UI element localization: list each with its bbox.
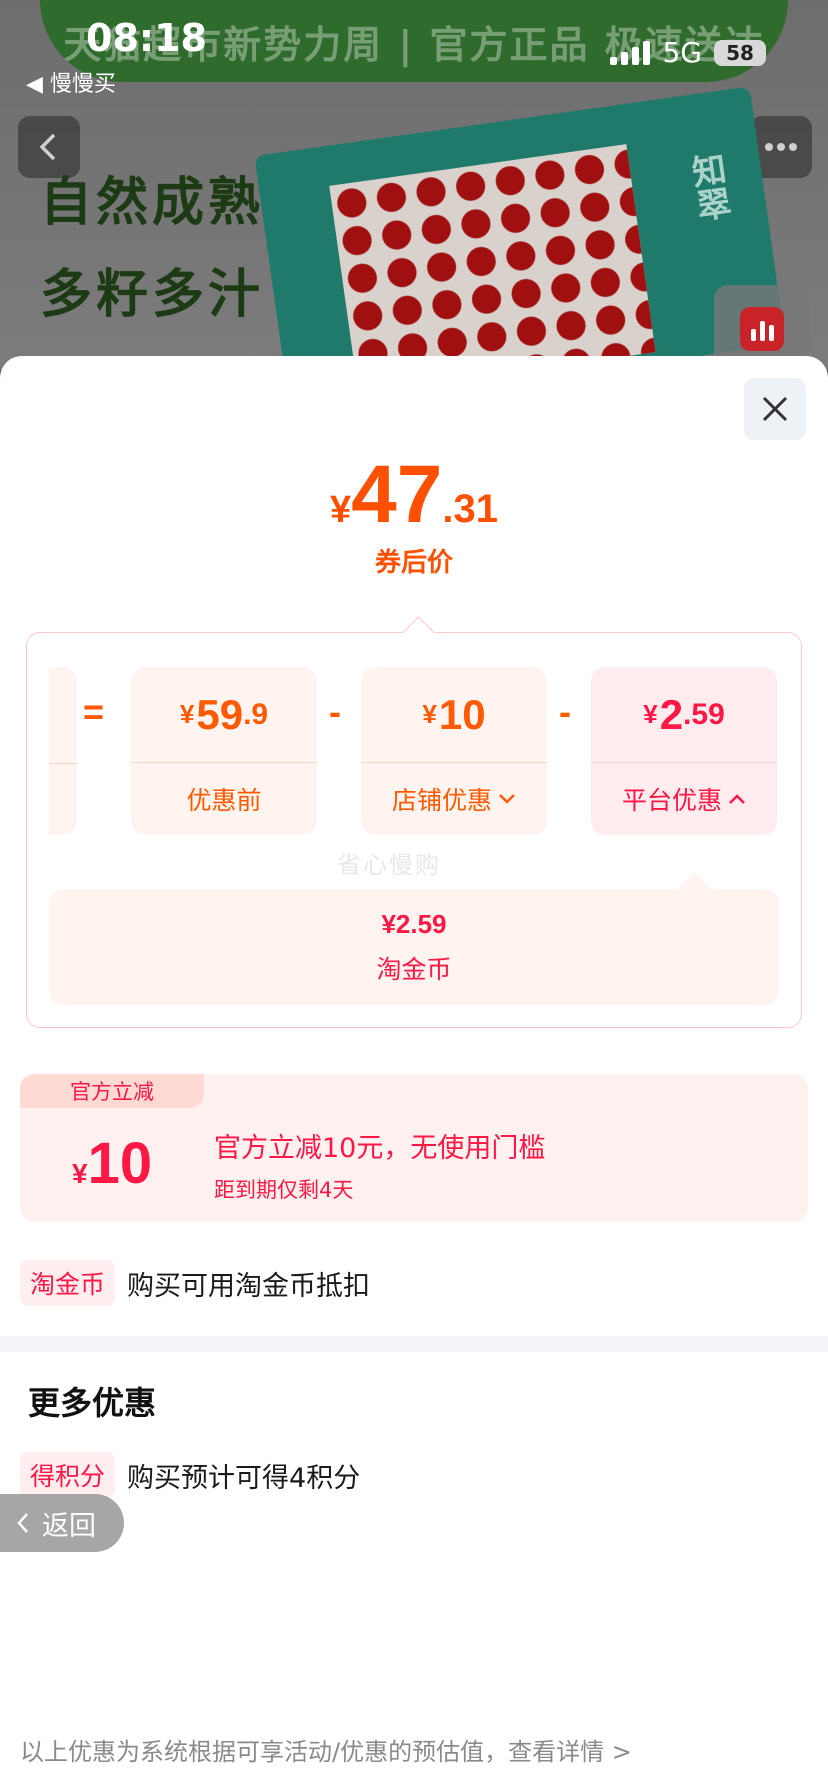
chevron-up-icon bbox=[729, 794, 745, 804]
card-original-price: ¥59.9 优惠前 bbox=[131, 667, 317, 835]
tomato-tray bbox=[329, 144, 656, 370]
coin-label: 淘金币 bbox=[376, 955, 452, 984]
platform-decimal: .59 bbox=[683, 697, 725, 731]
coupon-title: 官方立减10元，无使用门槛 bbox=[214, 1133, 546, 1164]
store-discount-value: ¥10 bbox=[361, 667, 547, 763]
platform-discount-value: ¥2.59 bbox=[591, 667, 777, 763]
network-type: 5G bbox=[662, 36, 702, 69]
price-decimal: .31 bbox=[442, 487, 498, 531]
price-integer: 47 bbox=[351, 449, 443, 540]
original-integer: 59 bbox=[196, 690, 244, 738]
coupon-value: 10 bbox=[87, 1131, 153, 1196]
price-breakdown: = ¥59.9 优惠前 - ¥10 店铺优惠 - ¥2.59 平台优惠 省心慢购… bbox=[26, 632, 802, 1028]
back-button[interactable]: 返回 bbox=[0, 1494, 124, 1552]
coin-tag: 淘金币 bbox=[20, 1260, 116, 1306]
discount-sheet: ¥47.31 券后价 = ¥59.9 优惠前 - ¥10 店铺优惠 - ¥2.5… bbox=[0, 356, 828, 1792]
status-back-app[interactable]: ◀ 慢慢买 bbox=[26, 66, 116, 98]
watermark: 省心慢购 bbox=[337, 851, 441, 879]
store-discount-label-row: 店铺优惠 bbox=[361, 763, 547, 835]
store-integer: 10 bbox=[438, 690, 486, 738]
platform-discount-label: 平台优惠 bbox=[621, 786, 722, 815]
coin-row: 淘金币 购买可用淘金币抵扣 bbox=[20, 1260, 370, 1306]
coupon-symbol: ¥ bbox=[72, 1158, 88, 1189]
coin-detail-box: ¥2.59 淘金币 bbox=[49, 889, 779, 1005]
footer-details-link[interactable]: 以上优惠为系统根据可享活动/优惠的预估值，查看详情 > bbox=[20, 1732, 632, 1767]
points-tag: 得积分 bbox=[20, 1452, 116, 1498]
product-image: 知翠 bbox=[254, 86, 786, 370]
original-symbol: ¥ bbox=[179, 699, 195, 729]
status-indicators: 5G 58 bbox=[610, 36, 766, 69]
minus-sign-1: - bbox=[329, 691, 341, 732]
signal-icon bbox=[610, 40, 651, 65]
battery-level: 58 bbox=[726, 40, 754, 65]
bar-chart-icon bbox=[740, 307, 784, 351]
store-symbol: ¥ bbox=[422, 699, 437, 729]
section-divider bbox=[0, 1336, 828, 1352]
chevron-left-icon bbox=[17, 1513, 28, 1533]
original-price-value: ¥59.9 bbox=[131, 667, 317, 763]
back-button-label: 返回 bbox=[42, 1510, 96, 1542]
partial-card bbox=[49, 667, 77, 835]
card-platform-discount[interactable]: ¥2.59 平台优惠 bbox=[591, 667, 777, 835]
slogan-line-2: 多籽多汁 bbox=[40, 265, 265, 325]
coupon-tag: 官方立减 bbox=[20, 1074, 204, 1108]
battery-icon: 58 bbox=[714, 39, 766, 66]
original-price-label: 优惠前 bbox=[186, 786, 262, 815]
more-offers-title: 更多优惠 bbox=[28, 1384, 157, 1422]
price-label: 券后价 bbox=[374, 548, 453, 578]
platform-symbol: ¥ bbox=[643, 699, 658, 729]
coupon-amount: ¥10 bbox=[72, 1130, 152, 1197]
platform-discount-label-row: 平台优惠 bbox=[591, 763, 777, 835]
close-icon[interactable] bbox=[744, 378, 806, 440]
box-brand-label: 知翠 bbox=[683, 150, 733, 224]
points-row-text: 购买预计可得4积分 bbox=[127, 1462, 361, 1494]
coupon-expire: 距到期仅剩4天 bbox=[214, 1178, 354, 1202]
minus-sign-2: - bbox=[559, 691, 571, 732]
platform-integer: 2 bbox=[659, 690, 684, 738]
status-time: 08:18 bbox=[86, 16, 207, 60]
original-decimal: .9 bbox=[243, 697, 269, 731]
slogan-line-1: 自然成熟 bbox=[40, 173, 265, 233]
price-symbol: ¥ bbox=[330, 489, 352, 531]
official-coupon: 官方立减 ¥10 官方立减10元，无使用门槛 距到期仅剩4天 bbox=[20, 1074, 808, 1222]
chevron-down-icon bbox=[499, 794, 515, 804]
coin-row-text: 购买可用淘金币抵扣 bbox=[127, 1270, 371, 1302]
store-discount-label: 店铺优惠 bbox=[391, 786, 492, 815]
points-row: 得积分 购买预计可得4积分 bbox=[20, 1452, 360, 1498]
final-price: ¥47.31 bbox=[0, 448, 828, 542]
card-store-discount[interactable]: ¥10 店铺优惠 bbox=[361, 667, 547, 835]
background-product-page: 天猫超市新势力周 | 官方正品 极速送达 08:18 ◀ 慢慢买 5G 58 知… bbox=[0, 0, 828, 370]
equals-sign: = bbox=[83, 691, 105, 732]
coin-amount: ¥2.59 bbox=[381, 909, 447, 939]
